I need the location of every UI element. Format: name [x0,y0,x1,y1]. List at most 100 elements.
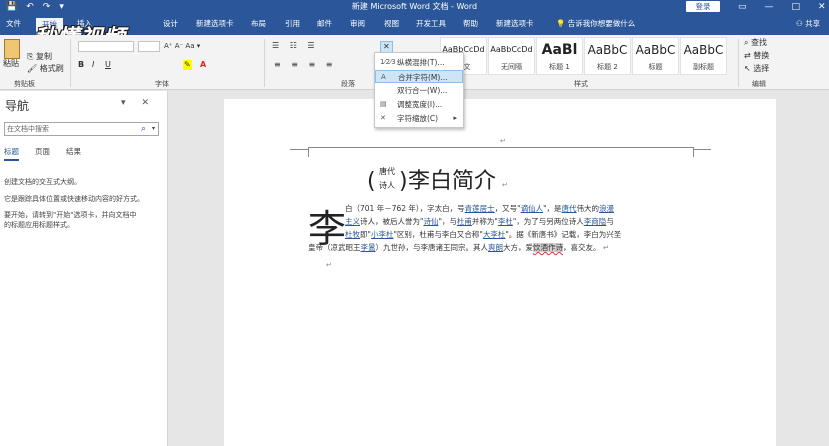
share-button[interactable]: ⚇ 共享 [796,17,820,31]
maximize-icon[interactable]: □ [792,0,801,14]
link[interactable]: 青莲居士 [465,204,495,213]
link[interactable]: 李暠 [361,243,376,252]
styles-gallery: AaBbCcDd 正文 AaBbCcDd 无间隔 AaBl 标题 1 AaBbC… [440,37,730,75]
menu-item-combine-characters[interactable]: A 合并字符(M)... [375,70,463,83]
paragraph-mark: ↵ [326,261,332,269]
submenu-arrow-icon: ▸ [453,114,457,122]
menu-item-fit-text[interactable]: ▤ 调整宽度(I)... [375,98,463,111]
nav-title: 导航 [5,99,30,113]
font-color-icon[interactable]: A [200,60,206,70]
margin-corner [693,149,711,159]
font-size-controls[interactable]: A⁺ A⁻ Aa ▾ [164,41,200,51]
font-size-box[interactable] [138,41,160,52]
cursor-icon: ↖ [744,64,754,73]
bold-button[interactable]: B [78,60,84,70]
link[interactable]: 谪仙人 [521,204,544,213]
tell-me-search[interactable]: 💡 告诉我你想要做什么 [556,17,635,31]
nav-tabs: 标题 页面 结果 [4,146,81,161]
nav-help-text: 它是跟踪具体位置或快速移动内容的好方式。 [4,195,144,203]
window-controls: ▭ — □ ✕ [738,0,826,14]
body-line-3: 杜牧即"小李杜"区别，杜甫与李白又合称"大李杜"。据《新唐书》记载，李白为兴圣 [345,230,622,239]
body-line-1: 白（701 年－762 年），字太白，号青莲居士，又号"谪仙人"，是唐代伟大的浪… [345,204,615,213]
link[interactable]: 杜牧 [345,230,360,239]
underline-button[interactable]: U [105,60,111,70]
group-divider [70,39,71,87]
minimize-icon[interactable]: — [765,0,774,14]
font-name-box[interactable] [78,41,134,52]
link[interactable]: 诗仙 [423,217,438,226]
link[interactable]: 杜甫 [457,217,472,226]
header-boundary [308,147,693,157]
title-bar: 💾 ↶ ↷ ▾ 新建 Microsoft Word 文档 - Word 登录 ▭… [0,0,829,14]
menu-item-vertical-in-horizontal[interactable]: 1⁄2⁄3 纵横混排(T)... [375,56,463,69]
link[interactable]: 主义 [345,217,360,226]
font-group-label: 字体 [155,80,169,88]
link[interactable]: 小李杜 [371,230,394,239]
link[interactable]: 大李杜 [483,230,506,239]
tab-review[interactable]: 审阅 [350,17,365,31]
tab-new-2[interactable]: 新建选项卡 [496,17,534,31]
paste-button[interactable]: 粘贴 [3,59,19,69]
navigation-pane: 导航 ▾ ✕ 在文档中搜索 ⌕ ▾ 标题 页面 结果 创建文档的交互式大纲。 它… [0,91,168,446]
group-divider [738,39,739,87]
find-button[interactable]: ⌕ 查找 [744,38,767,48]
styles-group-label: 样式 [574,80,588,88]
tab-new-1[interactable]: 新建选项卡 [196,17,234,31]
chevron-down-icon[interactable]: ▾ [121,98,126,108]
tab-view[interactable]: 视图 [384,17,399,31]
link[interactable]: 李杜 [498,217,513,226]
link[interactable]: 唐代 [562,204,577,213]
link[interactable]: 爽朗 [488,243,503,252]
chevron-down-icon[interactable]: ▾ [152,123,155,135]
document-title: 李白简介 [408,169,497,194]
close-icon[interactable]: ✕ [142,98,150,108]
close-icon[interactable]: ✕ [818,0,826,14]
style-heading-1[interactable]: AaBl 标题 1 [536,37,583,75]
document-area: ↵ 唐代 诗人 ( ) 李白简介 ↵ 李 白（701 年－762 年），字太白，… [168,91,829,446]
ribbon-display-icon[interactable]: ▭ [738,0,747,14]
tab-developer[interactable]: 开发工具 [416,17,446,31]
copy-icon: ⎘ [27,52,36,61]
tab-mailings[interactable]: 邮件 [317,17,332,31]
list-buttons[interactable]: ☰ ☷ ☰ [272,41,319,51]
menu-item-two-lines-in-one[interactable]: 双行合一(W)... [375,84,463,97]
replace-button[interactable]: ⇄ 替换 [744,51,769,61]
highlight-icon[interactable]: ✎ [183,60,192,70]
paragraph-mark: ↵ [500,137,506,145]
editing-group-label: 编辑 [752,80,766,88]
tab-file[interactable]: 文件 [6,17,21,31]
italic-button[interactable]: I [92,60,94,70]
style-subtitle[interactable]: AaBbC 副标题 [680,37,727,75]
style-title[interactable]: AaBbC 标题 [632,37,679,75]
document-page[interactable]: ↵ 唐代 诗人 ( ) 李白简介 ↵ 李 白（701 年－762 年），字太白，… [224,99,776,446]
nav-help-text: 要开始，请转到"开始"选项卡，并向文档中 [4,211,137,219]
margin-corner [290,149,308,159]
search-icon[interactable]: ⌕ [141,123,146,135]
clipboard-group-label: 剪贴板 [14,80,35,88]
select-button[interactable]: ↖ 选择 [744,64,769,74]
link[interactable]: 李商隐 [584,217,607,226]
link[interactable]: 浪漫 [599,204,614,213]
style-heading-2[interactable]: AaBbC 标题 2 [584,37,631,75]
paste-icon[interactable] [4,39,20,59]
ruby-bracket-left: ( [367,169,376,194]
nav-help-text: 的标题应用标题样式。 [4,221,74,229]
nav-tab-headings[interactable]: 标题 [4,146,19,161]
nav-tab-results[interactable]: 结果 [66,146,81,161]
tab-references[interactable]: 引用 [285,17,300,31]
body-line-2: 主义诗人，被后人誉为"诗仙"，与杜甫并称为"李杜"，为了与另两位诗人李商隐与 [345,217,614,226]
body-line-4: 皇帝（凉武昭王李暠）九世孙，与李唐诸王同宗。其人爽朗大方，爱饮酒作诗，喜交友。 … [308,243,610,252]
login-button[interactable]: 登录 [686,1,720,12]
format-painter-button[interactable]: 🖌 格式刷 [27,64,64,74]
alignment-buttons[interactable]: ≡ ≡ ≡ ≡ [274,60,336,70]
copy-button[interactable]: ⎘ 复制 [27,52,52,62]
nav-search-input[interactable]: 在文档中搜索 ⌕ ▾ [4,122,159,136]
style-no-spacing[interactable]: AaBbCcDd 无间隔 [488,37,535,75]
tab-design[interactable]: 设计 [163,17,178,31]
nav-tab-pages[interactable]: 页面 [35,146,50,161]
tab-layout[interactable]: 布局 [251,17,266,31]
tab-help[interactable]: 帮助 [463,17,478,31]
group-divider [264,39,265,87]
menu-item-character-scaling[interactable]: ✕ 字符缩放(C) ▸ [375,112,463,125]
brush-icon: 🖌 [27,64,40,73]
